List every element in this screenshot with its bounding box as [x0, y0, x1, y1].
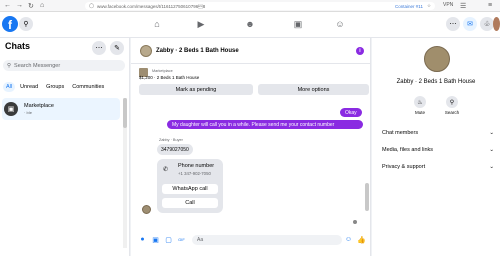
photo-icon[interactable]: ▣	[151, 235, 160, 244]
message-placeholder: Aa	[197, 237, 204, 243]
more-options-icon[interactable]: ⋯	[92, 41, 106, 55]
sticker-icon[interactable]: ▢	[164, 235, 173, 244]
search-messenger-input[interactable]: ⚲ Search Messenger	[3, 60, 125, 71]
reload-icon[interactable]: ↻	[28, 2, 34, 10]
shield-icon: ◯	[89, 3, 95, 8]
home-tab-icon[interactable]: ⌂	[150, 17, 164, 31]
container-tag[interactable]: Container #11	[395, 4, 423, 9]
marketplace-listing-card: Marketplace $1,200 · 2 Beds 1 Bath House…	[136, 66, 369, 106]
marketplace-avatar-icon: ▣	[4, 102, 18, 116]
message-list: Okay My daughter will call you in a whil…	[131, 108, 371, 236]
sender-label: Zabby · Buyer	[159, 138, 183, 142]
chat-filters: All Unread Groups Communities	[3, 82, 107, 92]
details-name: Zabby · 2 Beds 1 Bath House	[396, 79, 476, 85]
mute-button[interactable]: ♨ Mute	[405, 96, 435, 115]
facebook-logo[interactable]: f	[2, 16, 18, 32]
messenger-icon[interactable]: ✉	[463, 17, 477, 31]
search-label: Search	[444, 110, 460, 115]
gaming-tab-icon[interactable]: ☺	[333, 17, 347, 31]
search-icon: ⚲	[446, 96, 458, 108]
star-icon[interactable]: ☆	[427, 3, 431, 9]
chat-item-marketplace[interactable]: ▣ Marketplace · bIe	[2, 98, 120, 120]
gif-icon[interactable]: GIF	[177, 235, 186, 244]
chats-scrollbar[interactable]	[123, 98, 127, 248]
search-conversation-button[interactable]: ⚲ Search	[437, 96, 467, 115]
chats-heading: Chats	[5, 41, 31, 51]
chat-members-label: Chat members	[382, 130, 419, 136]
phone-number-card: ✆ Phone number +1 347-902-7050 WhatsApp …	[157, 159, 223, 213]
video-tab-icon[interactable]: ▶	[194, 17, 208, 31]
chevron-down-icon: ⌄	[489, 147, 494, 153]
listing-title[interactable]: $1,200 · 2 Beds 1 Bath House	[139, 75, 199, 80]
conversation-title[interactable]: Zabby · 2 Beds 1 Bath House	[156, 48, 239, 54]
chat-name: Marketplace	[24, 103, 54, 109]
phone-icon: ✆	[163, 167, 169, 173]
message-number[interactable]: 3479027050	[157, 144, 193, 155]
like-icon[interactable]: 👍	[357, 235, 366, 244]
back-icon[interactable]: ←	[4, 2, 11, 9]
message-okay[interactable]: Okay	[340, 108, 362, 117]
new-message-icon[interactable]: ✎	[110, 41, 124, 55]
apps-menu-icon[interactable]: ⋯	[446, 17, 460, 31]
more-options-button[interactable]: More options	[258, 84, 369, 95]
chevron-down-icon: ⌄	[489, 130, 494, 136]
chats-panel: Chats ⋯ ✎ ⚲ Search Messenger All Unread …	[0, 38, 130, 256]
bell-icon: ♨	[414, 96, 426, 108]
media-files-links-label: Media, files and links	[382, 147, 434, 153]
media-files-links-row[interactable]: Media, files and links ⌄	[382, 145, 494, 155]
filter-all[interactable]: All	[3, 82, 16, 92]
marketplace-tab-icon[interactable]: ▣	[291, 17, 305, 31]
search-placeholder: Search Messenger	[14, 62, 61, 69]
phone-card-title: Phone number	[178, 163, 215, 169]
forward-icon[interactable]: →	[16, 2, 23, 9]
phone-card-number: +1 347-902-7050	[178, 171, 211, 176]
chevron-down-icon: ⌄	[489, 164, 494, 170]
privacy-support-row[interactable]: Privacy & support ⌄	[382, 162, 494, 172]
emoji-icon[interactable]: ☺	[344, 235, 353, 244]
browser-toolbar: ← → ↻ ⌂ ◯ www.facebook.com/messages/t/11…	[0, 0, 500, 12]
details-avatar[interactable]	[424, 46, 450, 72]
conversation-panel: Zabby · 2 Beds 1 Bath House i Marketplac…	[131, 38, 371, 256]
mute-label: Mute	[414, 110, 425, 115]
message-composer: ● ▣ ▢ GIF Aa ☺ 👍	[131, 233, 371, 247]
home-icon[interactable]: ⌂	[40, 2, 44, 9]
chat-subtitle: · bIe	[24, 110, 33, 115]
search-icon: ⚲	[7, 62, 12, 69]
whatsapp-call-button[interactable]: WhatsApp call	[162, 184, 218, 194]
chat-members-row[interactable]: Chat members ⌄	[382, 128, 494, 138]
conversation-avatar[interactable]	[140, 45, 152, 57]
details-panel: Zabby · 2 Beds 1 Bath House ♨ Mute ⚲ Sea…	[372, 38, 500, 256]
notifications-icon[interactable]: ♧	[480, 17, 494, 31]
profile-avatar[interactable]	[493, 17, 500, 31]
mark-as-pending-button[interactable]: Mark as pending	[139, 84, 253, 95]
seen-indicator	[353, 220, 357, 224]
url-text: www.facebook.com/messages/t/116112750610…	[97, 3, 206, 9]
search-icon[interactable]: ⚲	[19, 17, 33, 31]
conversation-scrollbar[interactable]	[365, 183, 369, 211]
mic-icon[interactable]: ●	[138, 235, 147, 244]
filter-unread[interactable]: Unread	[17, 82, 41, 92]
sender-avatar	[142, 205, 151, 214]
filter-groups[interactable]: Groups	[43, 82, 67, 92]
vpn-icon[interactable]: VPN	[443, 2, 453, 8]
conversation-header: Zabby · 2 Beds 1 Bath House i	[131, 38, 371, 64]
menu-icon[interactable]: ≡	[488, 2, 492, 9]
call-button[interactable]: Call	[162, 198, 218, 208]
message-input[interactable]: Aa	[192, 235, 342, 245]
address-bar[interactable]: ◯ www.facebook.com/messages/t/1161127506…	[85, 2, 435, 10]
info-icon[interactable]: i	[356, 47, 364, 55]
facebook-top-nav: f ⚲ ⌂ ▶ ☻ ▣ ☺ ⋯ ✉ ♧	[0, 12, 500, 38]
friends-tab-icon[interactable]: ☻	[243, 17, 257, 31]
filter-communities[interactable]: Communities	[69, 82, 107, 92]
extensions-icon[interactable]: ☰	[460, 2, 466, 10]
marketplace-label: Marketplace	[152, 69, 173, 73]
message-daughter[interactable]: My daughter will call you in a while. Pl…	[167, 120, 363, 129]
privacy-support-label: Privacy & support	[382, 164, 426, 170]
